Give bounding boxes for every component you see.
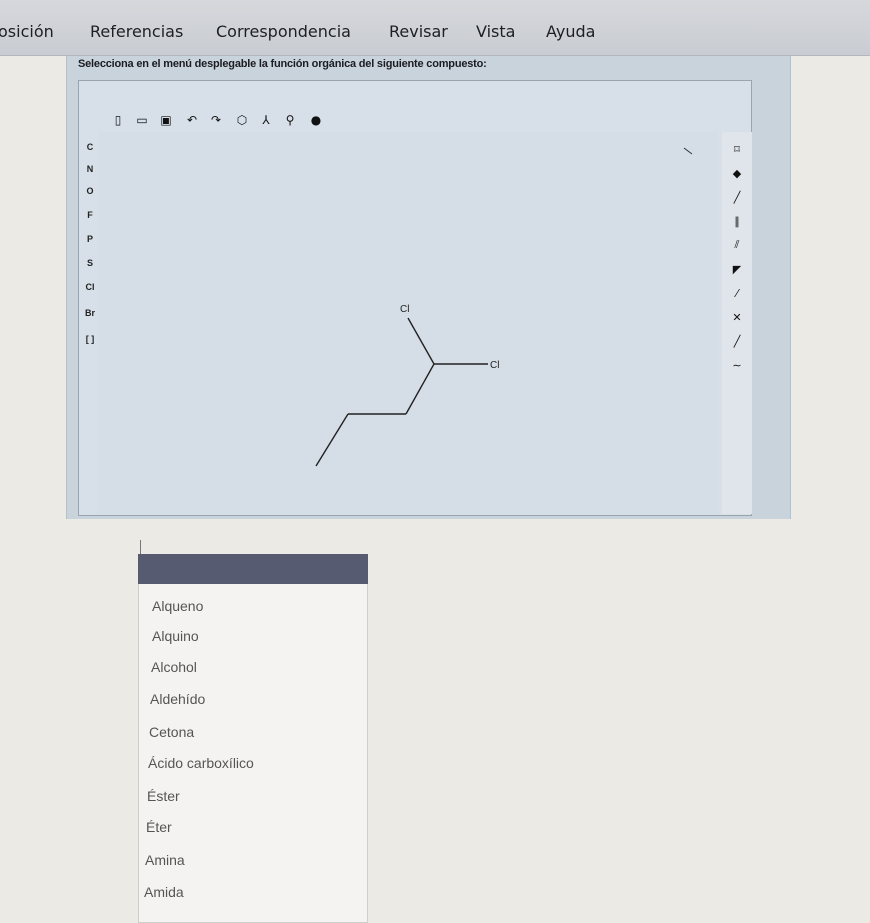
editor-toolbar: ▯ ▭ ▣ ↶ ↷ ⬡ ⅄ ⚲ ● (96, 108, 716, 134)
option-aldehido[interactable]: Aldehído (150, 691, 205, 707)
bond-tools: ⌑ ◆ ╱ ∥ ⫽ ◤ ⁄ ✕ ╱ ∼ (722, 132, 752, 514)
eraser-icon[interactable]: ◆ (727, 164, 747, 182)
ribbon-tab-ayuda[interactable]: Ayuda (546, 22, 595, 41)
ribbon-tab-vista[interactable]: Vista (476, 22, 515, 41)
atom-cl[interactable]: Cl (80, 282, 100, 292)
ribbon-tab-correspondencia[interactable]: Correspondencia (216, 22, 351, 41)
double-bond-icon[interactable]: ∥ (727, 212, 747, 230)
option-cetona[interactable]: Cetona (149, 724, 194, 740)
option-ester[interactable]: Éster (147, 788, 180, 804)
bond-chain-3 (315, 413, 349, 467)
wedge-bond-icon[interactable]: ◤ (727, 260, 747, 278)
bond-c-cl-upper (407, 317, 435, 365)
atom-p[interactable]: P (80, 234, 100, 244)
ring-icon[interactable]: ⬡ (234, 112, 250, 128)
molecule-structure: Cl Cl (315, 147, 693, 467)
open-icon[interactable]: ▭ (134, 112, 150, 128)
divider (140, 540, 141, 554)
option-acido-carboxilico[interactable]: Ácido carboxílico (148, 755, 254, 771)
cross-bond-icon[interactable]: ✕ (727, 308, 747, 326)
zoom-icon[interactable]: ⚲ (282, 112, 298, 128)
option-amida[interactable]: Amida (144, 884, 184, 900)
drawing-canvas[interactable]: Cl Cl (98, 132, 718, 514)
option-alquino[interactable]: Alquino (152, 628, 199, 644)
new-icon[interactable]: ▯ (110, 112, 126, 128)
ribbon-tab-posicion[interactable]: osición (0, 22, 54, 41)
single-bond-icon[interactable]: ╱ (727, 188, 747, 206)
atom-any[interactable]: [ ] (80, 334, 100, 344)
atom-br[interactable]: Br (80, 308, 100, 318)
atom-s[interactable]: S (80, 258, 100, 268)
select-icon[interactable]: ⌑ (727, 140, 747, 158)
atom-o[interactable]: O (80, 186, 100, 196)
option-alcohol[interactable]: Alcohol (151, 659, 197, 675)
atom-n[interactable]: N (80, 164, 100, 174)
atom-f[interactable]: F (80, 210, 100, 220)
option-amina[interactable]: Amina (145, 852, 185, 868)
settings-icon[interactable]: ● (308, 112, 324, 128)
atom-c[interactable]: C (80, 142, 100, 152)
save-icon[interactable]: ▣ (158, 112, 174, 128)
dropdown-selected-value[interactable] (138, 554, 368, 584)
redo-icon[interactable]: ↷ (208, 112, 224, 128)
option-eter[interactable]: Éter (146, 819, 172, 835)
atom-label-cl-upper: Cl (400, 304, 409, 315)
bond-chain-1 (405, 363, 435, 415)
question-prompt: Selecciona en el menú desplegable la fun… (78, 58, 487, 70)
atom-label-cl-right: Cl (490, 360, 499, 371)
option-alqueno[interactable]: Alqueno (152, 598, 203, 614)
plain-bond-icon[interactable]: ╱ (727, 332, 747, 350)
hash-bond-icon[interactable]: ⁄ (727, 284, 747, 302)
ribbon-tab-revisar[interactable]: Revisar (389, 22, 448, 41)
undo-icon[interactable]: ↶ (184, 112, 200, 128)
canvas-mark (683, 147, 693, 155)
structure-icon[interactable]: ⅄ (258, 112, 274, 128)
chain-icon[interactable]: ∼ (727, 356, 747, 374)
ribbon-tab-referencias[interactable]: Referencias (90, 22, 183, 41)
triple-bond-icon[interactable]: ⫽ (727, 236, 747, 254)
ribbon-menu: osición Referencias Correspondencia Revi… (0, 0, 870, 56)
